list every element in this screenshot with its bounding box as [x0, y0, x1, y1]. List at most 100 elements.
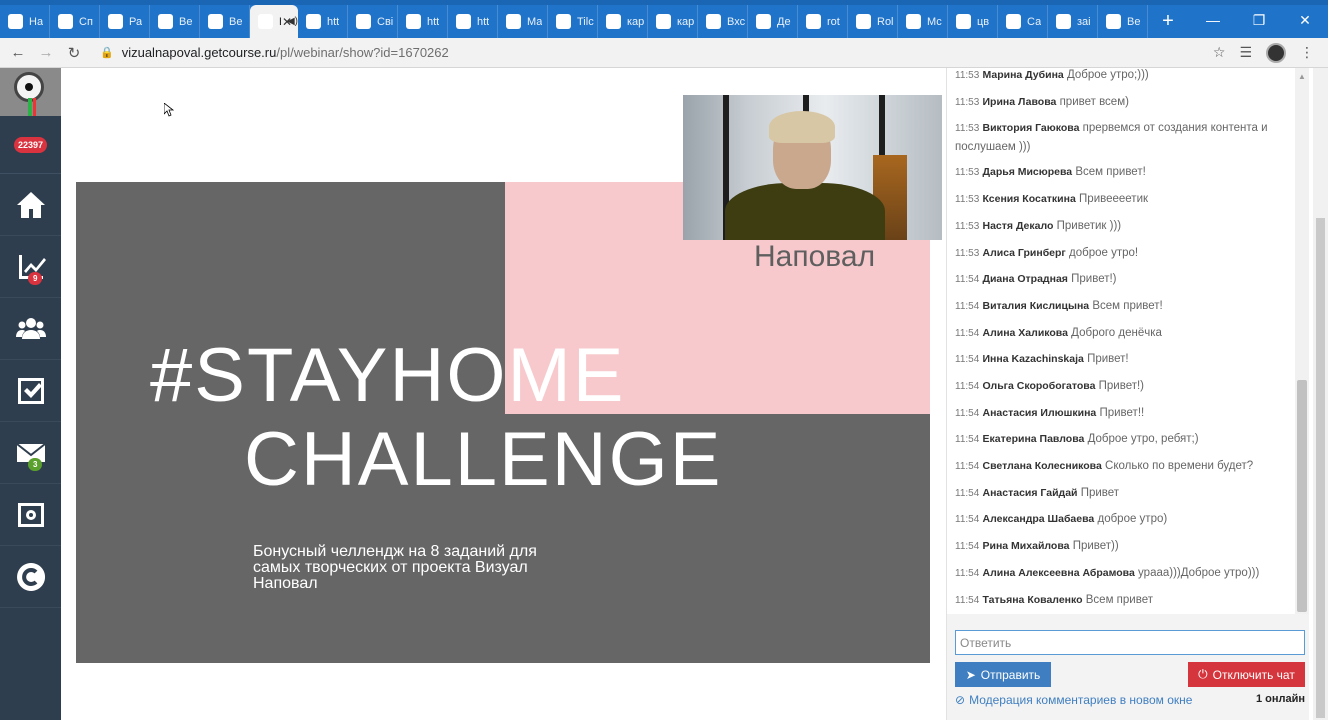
- chat-message: 11:54 Екатерина Павлова Доброе утро, реб…: [955, 430, 1285, 449]
- sidebar-item-messages[interactable]: 3: [0, 422, 61, 484]
- message-time: 11:54: [955, 354, 980, 365]
- browser-tab[interactable]: rot: [798, 5, 848, 38]
- tab-favicon-icon: [606, 14, 621, 29]
- message-time: 11:54: [955, 434, 980, 445]
- chat-message: 11:53 Дарья Мисюрева Всем привет!: [955, 163, 1285, 182]
- restore-icon[interactable]: ❐: [1236, 6, 1282, 34]
- tab-favicon-icon: [1106, 14, 1121, 29]
- tab-favicon-icon: [1006, 14, 1021, 29]
- tab-favicon-icon: [356, 14, 371, 29]
- browser-tab[interactable]: Ма: [498, 5, 548, 38]
- sidebar-item-users[interactable]: [0, 298, 61, 360]
- scroll-up-icon[interactable]: ▲: [1298, 72, 1306, 81]
- message-text: Привет!: [1087, 353, 1129, 365]
- user-avatar[interactable]: [0, 68, 61, 116]
- message-text: Привет!): [1098, 380, 1144, 392]
- browser-tab[interactable]: htt: [448, 5, 498, 38]
- browser-tab[interactable]: Вхс: [698, 5, 748, 38]
- tab-favicon-icon: [58, 14, 73, 29]
- message-author: Виталия Кислицына: [982, 300, 1090, 312]
- tab-label: В: [279, 16, 281, 28]
- stats-badge: 9: [28, 272, 43, 285]
- moderation-link[interactable]: ⊘ Модерация комментариев в новом окне: [955, 693, 1192, 707]
- tab-favicon-icon: [656, 14, 671, 29]
- tab-favicon-icon: [506, 14, 521, 29]
- browser-tab[interactable]: кар: [648, 5, 698, 38]
- bookmark-star-icon[interactable]: ☆: [1213, 44, 1226, 61]
- close-window-icon[interactable]: ✕: [1282, 6, 1328, 34]
- send-button[interactable]: ➤ Отправить: [955, 662, 1051, 687]
- tab-favicon-icon: [258, 14, 273, 29]
- browser-tab[interactable]: Де: [748, 5, 798, 38]
- back-icon[interactable]: ←: [4, 39, 32, 67]
- browser-tab[interactable]: Ве: [200, 5, 250, 38]
- browser-tab[interactable]: Ве: [150, 5, 200, 38]
- browser-tab[interactable]: Сп: [50, 5, 100, 38]
- close-tab-icon[interactable]: ✕: [282, 15, 292, 29]
- message-text: Привет!): [1071, 273, 1117, 285]
- browser-tab[interactable]: заі: [1048, 5, 1098, 38]
- message-text: Привет)): [1072, 540, 1119, 552]
- browser-tab[interactable]: Rol: [848, 5, 898, 38]
- minimize-icon[interactable]: —: [1190, 6, 1236, 34]
- visitors-counter[interactable]: 22397: [0, 116, 61, 174]
- tab-label: htt: [427, 15, 440, 28]
- message-time: 11:54: [955, 541, 980, 552]
- tab-label: Rol: [877, 15, 894, 28]
- chat-message: 11:54 Анастасия Илюшкина Привет!!: [955, 404, 1285, 423]
- left-sidebar: 22397 9 3: [0, 68, 61, 720]
- speaker-video[interactable]: [683, 95, 942, 240]
- sidebar-item-stats[interactable]: 9: [0, 236, 61, 298]
- sidebar-item-safe[interactable]: [0, 484, 61, 546]
- browser-tab[interactable]: Мс: [898, 5, 948, 38]
- address-bar: ← → ↻ 🔒 vizualnapoval.getcourse.ru/pl/we…: [0, 38, 1328, 68]
- browser-tab[interactable]: В◀)✕: [250, 5, 298, 38]
- message-author: Александра Шабаева: [982, 513, 1095, 525]
- browser-tab[interactable]: На: [0, 5, 50, 38]
- sidebar-item-home[interactable]: [0, 174, 61, 236]
- tab-label: Ве: [1127, 15, 1141, 28]
- chat-message: 11:53 Марина Дубина Доброе утро;))): [955, 68, 1285, 85]
- sidebar-item-tasks[interactable]: [0, 360, 61, 422]
- page-scrollbar[interactable]: [1313, 68, 1328, 720]
- browser-tab[interactable]: кар: [598, 5, 648, 38]
- disable-chat-button[interactable]: ⏻ Отключить чат: [1188, 662, 1305, 687]
- tab-label: Ма: [527, 15, 543, 28]
- tab-favicon-icon: [706, 14, 721, 29]
- chat-message: 11:54 Татьяна Коваленко Всем привет: [955, 591, 1285, 610]
- browser-tab[interactable]: htt: [298, 5, 348, 38]
- browser-tab[interactable]: Tilc: [548, 5, 598, 38]
- browser-tab[interactable]: Са: [998, 5, 1048, 38]
- message-author: Настя Декало: [982, 220, 1054, 232]
- tab-label: кар: [627, 15, 645, 28]
- message-time: 11:54: [955, 488, 980, 499]
- message-author: Екатерина Павлова: [982, 433, 1085, 445]
- media-control-icon[interactable]: ☰: [1239, 44, 1252, 61]
- menu-dots-icon[interactable]: ⋮: [1300, 44, 1314, 61]
- chat-messages[interactable]: 11:53 Марина Дубина Доброе утро;))) 11:53…: [947, 68, 1295, 614]
- forward-icon[interactable]: →: [32, 39, 60, 67]
- reply-input[interactable]: Ответить: [955, 630, 1305, 655]
- message-text: привет всем): [1059, 96, 1129, 108]
- browser-tab[interactable]: цв: [948, 5, 998, 38]
- power-icon: ⏻: [1198, 667, 1208, 681]
- chat-message: 11:53 Ирина Лавова привет всем): [955, 93, 1285, 112]
- reload-icon[interactable]: ↻: [60, 39, 88, 67]
- slide-headline-2: CHALLENGE: [244, 417, 723, 502]
- tab-label: rot: [827, 15, 840, 28]
- url-field[interactable]: 🔒 vizualnapoval.getcourse.ru/pl/webinar/…: [100, 45, 1213, 60]
- sidebar-item-getcourse[interactable]: [0, 546, 61, 608]
- message-author: Рина Михайлова: [982, 540, 1070, 552]
- browser-tab[interactable]: Ве: [1098, 5, 1148, 38]
- profile-avatar[interactable]: [1266, 42, 1286, 63]
- browser-tab[interactable]: Ра: [100, 5, 150, 38]
- message-author: Алина Алексеевна Абрамова: [982, 567, 1135, 579]
- chat-scrollbar[interactable]: ▲: [1295, 68, 1309, 614]
- tab-bar: На Сп Ра Ве Ве В◀)✕ htt Сві htt htt Ма Tilc кар кар Вх…: [0, 0, 1328, 38]
- browser-tab[interactable]: htt: [398, 5, 448, 38]
- message-time: 11:54: [955, 461, 980, 472]
- message-time: 11:53: [955, 123, 980, 134]
- browser-tab[interactable]: Сві: [348, 5, 398, 38]
- tab-favicon-icon: [306, 14, 321, 29]
- new-tab-button[interactable]: +: [1152, 5, 1184, 38]
